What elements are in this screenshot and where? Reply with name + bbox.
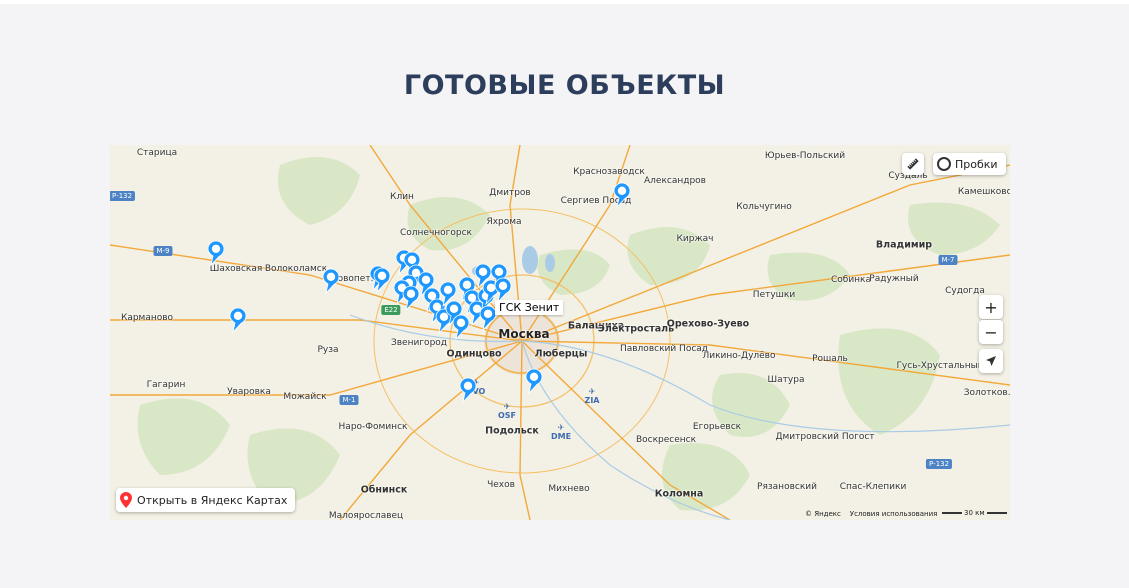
city-label: Спас-Клепики — [839, 482, 907, 492]
airplane-icon: ✈ — [503, 402, 511, 411]
city-label: Михнево — [548, 484, 590, 494]
city-label: Одинцово — [446, 348, 502, 360]
city-label: Наро-Фоминск — [338, 422, 408, 432]
road-badge: Р-132 — [110, 191, 136, 201]
city-label: Кольчугино — [736, 202, 792, 212]
map-pin-icon — [613, 182, 631, 208]
airplane-icon: ✈ — [557, 423, 565, 432]
city-label: Гусь-Хрустальный — [896, 361, 984, 371]
ruler-button[interactable] — [902, 153, 924, 175]
city-label: Можайск — [283, 392, 327, 402]
airport-code: ZIA — [584, 396, 600, 405]
object-pin[interactable] — [459, 377, 477, 403]
city-label: Киржач — [676, 234, 714, 244]
city-label: Яхрома — [486, 217, 522, 227]
object-pin[interactable] — [613, 182, 631, 208]
airport-code: DME — [550, 432, 572, 441]
popup-label[interactable]: ГСК Зенит — [495, 300, 564, 315]
city-label: Владимир — [875, 239, 933, 251]
city-label: Подольск — [485, 425, 539, 437]
city-label: Камешково — [957, 187, 1010, 197]
map-pin-icon — [229, 307, 247, 333]
city-label: Александров — [644, 176, 706, 186]
top-strip — [0, 0, 1129, 4]
city-label: Малоярославец — [328, 511, 404, 520]
city-label: Орехово-Зуево — [666, 318, 750, 330]
city-label: Люберцы — [534, 348, 588, 360]
city-label: Чехов — [487, 480, 515, 490]
scale-label: 30 км — [964, 509, 985, 517]
traffic-button[interactable]: Пробки — [933, 153, 1006, 175]
city-label: Собинка — [830, 275, 872, 285]
page-title: ГОТОВЫЕ ОБЪЕКТЫ — [403, 70, 726, 101]
copyright-text[interactable]: © Яндекс — [805, 510, 841, 518]
open-in-yandex-maps-button[interactable]: Открыть в Яндекс Картах — [116, 488, 296, 512]
object-pin[interactable] — [373, 267, 391, 293]
city-label: Руза — [317, 345, 339, 355]
road-badge: Е22 — [381, 305, 401, 315]
map-pin-icon — [207, 240, 225, 266]
object-pin[interactable] — [525, 368, 543, 394]
city-label: Павловский Посад — [619, 344, 709, 354]
object-pin[interactable] — [207, 240, 225, 266]
airport-marker: ✈ OSF — [498, 402, 516, 420]
city-label: Гагарин — [146, 380, 186, 390]
open-in-yandex-maps-label: Открыть в Яндекс Картах — [137, 493, 288, 507]
object-pin[interactable] — [229, 307, 247, 333]
map-pin-icon — [120, 492, 132, 508]
road-badge: М-7 — [938, 255, 958, 265]
city-label: Старица — [136, 148, 178, 158]
city-label: Солнечногорск — [399, 228, 473, 238]
map-pin-icon — [322, 268, 340, 294]
city-label: Радужный — [869, 274, 919, 284]
map-copyright: © Яндекс Условия использования — [805, 510, 937, 518]
road-badge: М-9 — [153, 246, 173, 256]
city-label: Золотков... — [963, 388, 1010, 398]
city-label: Судогда — [945, 286, 985, 296]
city-label: Воскресенск — [635, 435, 697, 445]
geolocation-button[interactable] — [979, 349, 1003, 373]
location-arrow-icon — [986, 356, 996, 366]
city-label: Дмитровский Погост — [775, 432, 875, 442]
city-label: Дмитров — [489, 188, 531, 198]
city-label: Краснозаводск — [573, 167, 645, 177]
terms-link[interactable]: Условия использования — [850, 510, 938, 518]
traffic-label: Пробки — [955, 157, 998, 171]
city-label: Ликино-Дулёво — [702, 351, 776, 361]
city-label: Рошаль — [812, 354, 848, 364]
map-pin-icon — [525, 368, 543, 394]
map-widget[interactable]: Москва Старица Юрьев-Польский Краснозаводск… — [110, 145, 1010, 520]
city-label: Электросталь — [597, 323, 675, 335]
airport-marker: ✈ ZIA — [585, 387, 600, 405]
object-pin[interactable] — [322, 268, 340, 294]
traffic-icon — [937, 157, 951, 171]
city-label: Егорьевск — [692, 422, 742, 432]
city-label: Шатура — [767, 375, 805, 385]
zoom-out-button[interactable]: − — [979, 320, 1003, 344]
city-label: Петушки — [752, 290, 796, 300]
road-badge: Р-132 — [925, 459, 953, 469]
city-label: Москва — [498, 327, 550, 341]
zoom-in-button[interactable]: + — [979, 295, 1003, 319]
city-label: Юрьев-Польский — [764, 151, 846, 161]
airport-code: OSF — [497, 411, 517, 420]
map-pin-icon — [459, 377, 477, 403]
city-label: Коломна — [654, 488, 704, 500]
city-label: Рязановский — [757, 482, 817, 492]
city-label: Клин — [390, 192, 414, 202]
city-label: Карманово — [120, 313, 174, 323]
city-label: Обнинск — [360, 484, 408, 496]
airport-marker: ✈ DME — [551, 423, 571, 441]
road-badge: М-1 — [339, 395, 359, 405]
map-scale: 30 км — [940, 509, 1009, 517]
city-label: Волоколамск — [264, 264, 328, 274]
forest-areas — [137, 157, 1000, 511]
ruler-icon — [907, 158, 919, 170]
city-label: Звенигород — [390, 338, 448, 348]
airplane-icon: ✈ — [588, 387, 596, 396]
map-pin-icon — [373, 267, 391, 293]
city-label: Уваровка — [227, 387, 271, 397]
